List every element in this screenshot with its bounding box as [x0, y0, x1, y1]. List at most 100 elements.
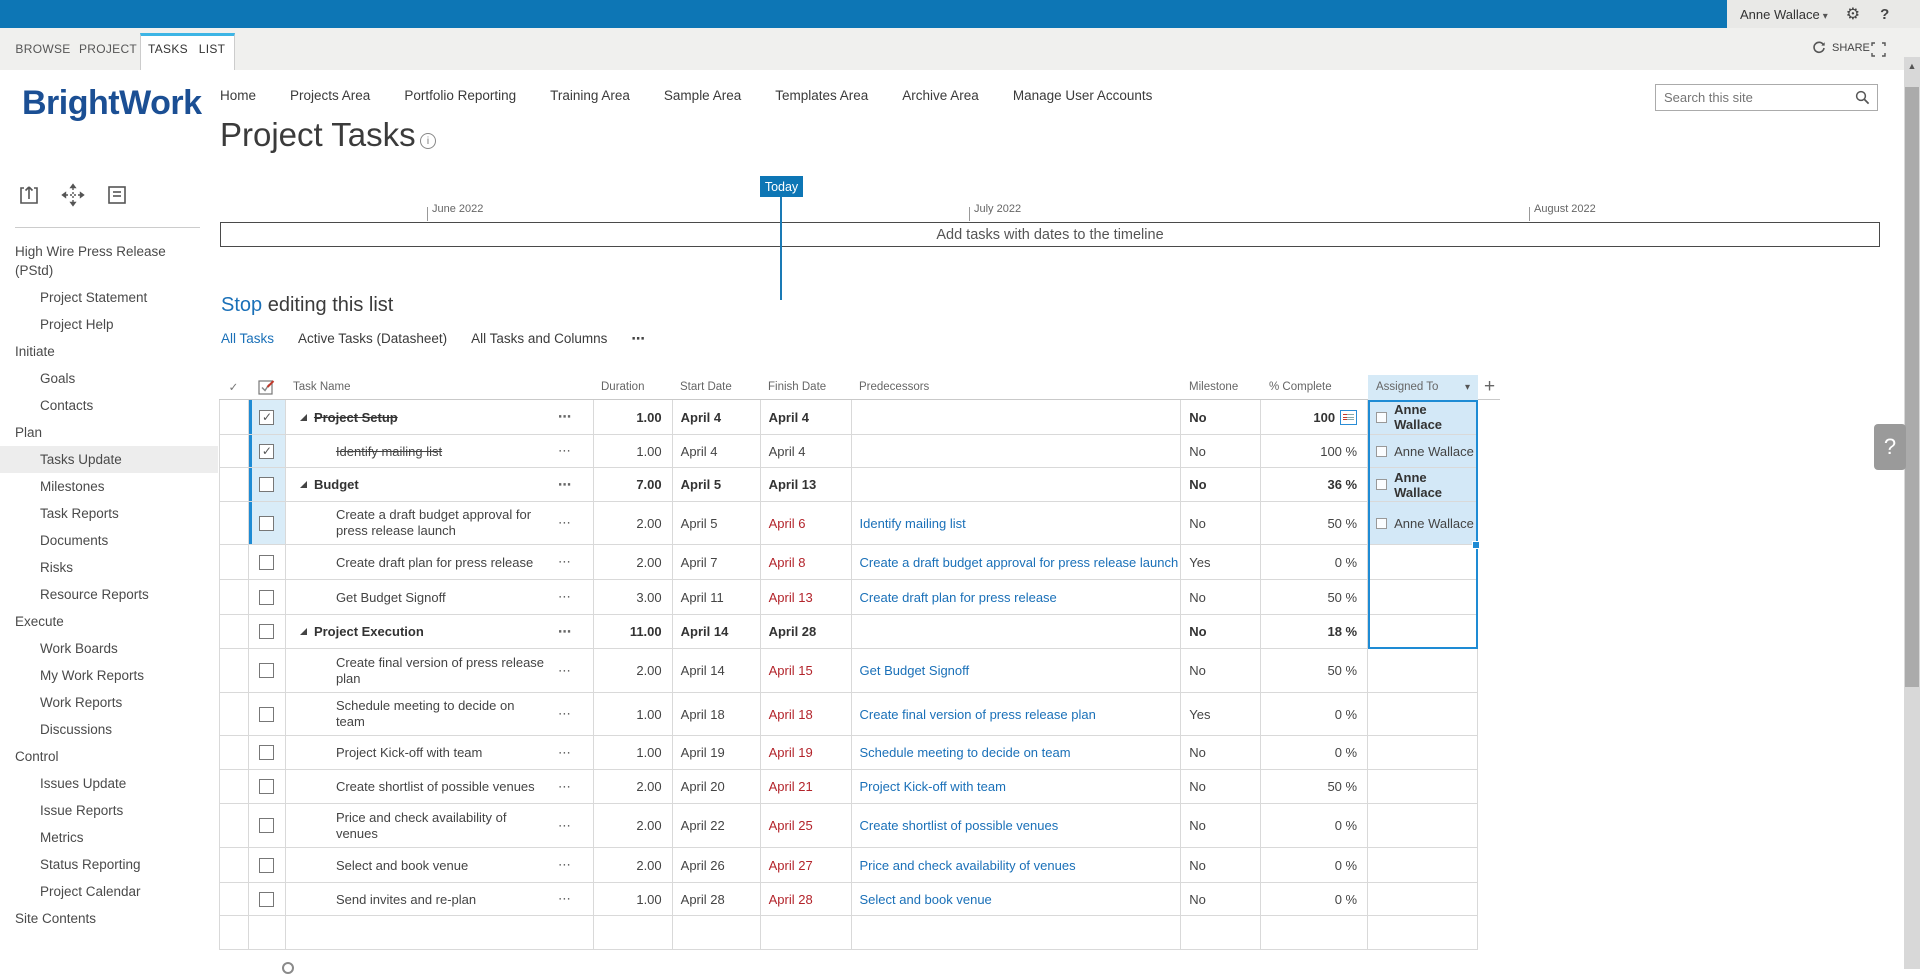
edit-checkbox-icon[interactable]	[248, 375, 285, 399]
gear-icon[interactable]: ⚙	[1846, 4, 1860, 24]
cell-row-checkbox[interactable]	[249, 848, 286, 883]
cell-predecessors[interactable]	[852, 916, 1182, 950]
cell-finish-date[interactable]: April 6	[761, 502, 852, 545]
cell-start-date[interactable]: April 7	[673, 545, 761, 580]
cell-task-name[interactable]: Price and check availability of venues⋯	[286, 804, 594, 848]
cell-pct-complete[interactable]: 100 %	[1261, 435, 1368, 468]
sidebar-item-execute[interactable]: Execute	[0, 608, 218, 635]
sidebar-item-project-help[interactable]: Project Help	[0, 311, 218, 338]
person-checkbox[interactable]	[1376, 446, 1387, 457]
cell-assigned-to[interactable]	[1368, 580, 1478, 615]
stop-editing-link[interactable]: Stop	[221, 294, 262, 316]
row-ellipsis-menu[interactable]: ⋯	[558, 857, 572, 873]
cell-pct-complete[interactable]: 100	[1261, 400, 1368, 435]
cell-row-select[interactable]	[220, 580, 249, 615]
cell-finish-date[interactable]: April 28	[761, 883, 852, 916]
cell-predecessors[interactable]: Price and check availability of venues	[852, 848, 1182, 883]
cell-assigned-to[interactable]	[1368, 883, 1478, 916]
cell-row-checkbox[interactable]: ✓	[249, 400, 286, 435]
cell-pct-complete[interactable]	[1261, 916, 1368, 950]
cell-pct-complete[interactable]: 18 %	[1261, 615, 1368, 649]
cell-milestone[interactable]: No	[1181, 883, 1261, 916]
checkbox-unchecked[interactable]	[259, 779, 274, 794]
info-icon[interactable]: i	[420, 133, 436, 149]
sidebar-item-discussions[interactable]: Discussions	[0, 716, 218, 743]
cell-task-name[interactable]: Create a draft budget approval for press…	[286, 502, 594, 545]
cell-row-checkbox[interactable]	[249, 502, 286, 545]
tab-tasks[interactable]: TASKS	[148, 28, 188, 70]
cell-finish-date[interactable]: April 27	[761, 848, 852, 883]
predecessor-link[interactable]: Schedule meeting to decide on team	[860, 745, 1071, 760]
cell-start-date[interactable]: April 5	[673, 468, 761, 502]
cell-row-checkbox[interactable]	[249, 545, 286, 580]
promote-icon[interactable]	[17, 183, 41, 212]
cell-finish-date[interactable]: April 13	[761, 580, 852, 615]
predecessor-link[interactable]: Create a draft budget approval for press…	[860, 555, 1179, 570]
cell-finish-date[interactable]: April 15	[761, 649, 852, 693]
predecessor-link[interactable]: Select and book venue	[860, 892, 992, 907]
sidebar-item-high-wire-press-release-pstd[interactable]: High Wire Press Release (PStd)	[0, 240, 218, 284]
cell-assigned-to[interactable]: Anne Wallace	[1368, 435, 1478, 468]
cell-duration[interactable]: 2.00	[594, 804, 673, 848]
person-checkbox[interactable]	[1376, 412, 1387, 423]
cell-task-name[interactable]: Project Setup⋯	[286, 400, 594, 435]
cell-finish-date[interactable]: April 18	[761, 693, 852, 736]
chevron-down-icon[interactable]: ▾	[1465, 382, 1470, 393]
cell-pct-complete[interactable]: 0 %	[1261, 736, 1368, 770]
cell-start-date[interactable]	[673, 916, 761, 950]
cell-milestone[interactable]: No	[1181, 502, 1261, 545]
scroll-up-icon[interactable]: ▲	[1904, 61, 1920, 71]
cell-assigned-to[interactable]	[1368, 916, 1478, 950]
cell-start-date[interactable]: April 4	[673, 400, 761, 435]
help-icon[interactable]: ?	[1880, 6, 1889, 23]
row-ellipsis-menu[interactable]: ⋯	[558, 891, 572, 907]
cell-pct-complete[interactable]: 0 %	[1261, 804, 1368, 848]
cell-row-checkbox[interactable]: ✓	[249, 435, 286, 468]
collapse-icon[interactable]	[300, 628, 307, 635]
cell-start-date[interactable]: April 22	[673, 804, 761, 848]
cell-start-date[interactable]: April 18	[673, 693, 761, 736]
cell-task-name[interactable]: Project Execution⋯	[286, 615, 594, 649]
checkbox-unchecked[interactable]	[259, 477, 274, 492]
cell-task-name[interactable]: Project Kick-off with team⋯	[286, 736, 594, 770]
cell-duration[interactable]: 2.00	[594, 545, 673, 580]
cell-start-date[interactable]: April 14	[673, 649, 761, 693]
top-nav-item-0[interactable]: Home	[220, 88, 256, 103]
cell-duration[interactable]: 1.00	[594, 400, 673, 435]
select-all-check-icon[interactable]: ✓	[219, 375, 248, 399]
cell-finish-date[interactable]: April 28	[761, 615, 852, 649]
col-header-assigned-to[interactable]: Assigned To▾	[1368, 375, 1478, 400]
cell-duration[interactable]: 2.00	[594, 770, 673, 804]
row-ellipsis-menu[interactable]: ⋯	[558, 818, 572, 834]
cell-milestone[interactable]: No	[1181, 736, 1261, 770]
cell-predecessors[interactable]: Create draft plan for press release	[852, 580, 1182, 615]
sidebar-item-work-boards[interactable]: Work Boards	[0, 635, 218, 662]
cell-row-select[interactable]	[220, 883, 249, 916]
sidebar-item-task-reports[interactable]: Task Reports	[0, 500, 218, 527]
cell-task-name[interactable]: Select and book venue⋯	[286, 848, 594, 883]
cell-row-checkbox[interactable]	[249, 770, 286, 804]
row-ellipsis-menu[interactable]: ⋯	[558, 554, 572, 570]
cell-predecessors[interactable]: Create final version of press release pl…	[852, 693, 1182, 736]
row-ellipsis-menu[interactable]: ⋯	[558, 745, 572, 761]
cell-assigned-to[interactable]	[1368, 615, 1478, 649]
cell-task-name[interactable]: Create final version of press release pl…	[286, 649, 594, 693]
cell-pct-complete[interactable]: 0 %	[1261, 883, 1368, 916]
cell-task-name[interactable]: Create draft plan for press release⋯	[286, 545, 594, 580]
row-ellipsis-menu[interactable]: ⋯	[558, 779, 572, 795]
floating-help-button[interactable]: ?	[1874, 424, 1906, 470]
cell-task-name[interactable]: Identify mailing list⋯	[286, 435, 594, 468]
predecessor-link[interactable]: Get Budget Signoff	[860, 663, 970, 678]
top-nav-item-4[interactable]: Sample Area	[664, 88, 741, 103]
cell-row-select[interactable]	[220, 916, 249, 950]
cell-duration[interactable]: 1.00	[594, 693, 673, 736]
cell-assigned-to[interactable]: Anne Wallace	[1368, 502, 1478, 545]
checkbox-unchecked[interactable]	[259, 892, 274, 907]
user-menu[interactable]: Anne Wallace▾	[1740, 7, 1828, 22]
sidebar-item-issue-reports[interactable]: Issue Reports	[0, 797, 218, 824]
cell-duration[interactable]: 2.00	[594, 848, 673, 883]
row-ellipsis-menu[interactable]: ⋯	[558, 477, 572, 493]
tab-list[interactable]: LIST	[197, 28, 227, 70]
predecessor-link[interactable]: Create draft plan for press release	[860, 590, 1057, 605]
cell-row-select[interactable]	[220, 435, 249, 468]
